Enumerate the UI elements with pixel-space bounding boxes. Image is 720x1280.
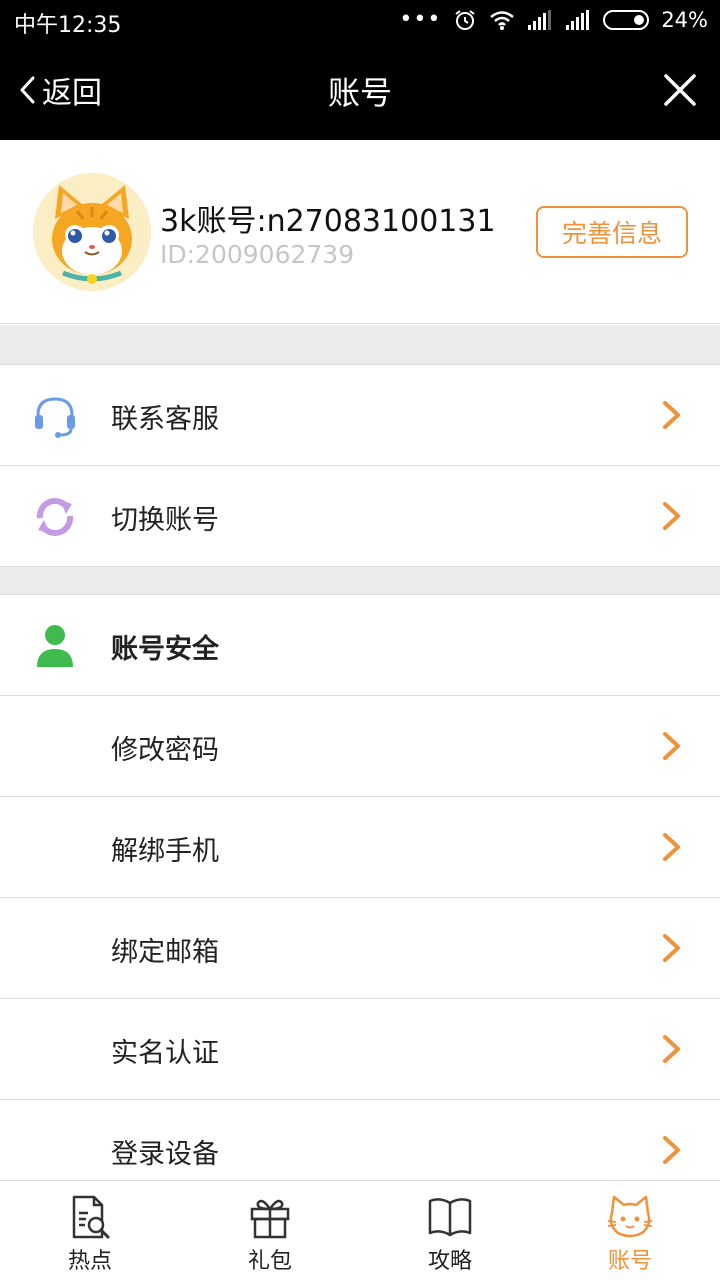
status-time: 中午12:35 [14,13,122,38]
menu-item-unbind-phone[interactable]: 解绑手机 [0,797,720,898]
account-name: 3k账号:n27083100131 [160,204,496,239]
battery-icon [603,10,650,30]
signal-icon [566,10,590,30]
tab-gift[interactable]: 礼包 [180,1181,360,1280]
battery-percent: 24% [661,8,708,32]
menu-label: 绑定邮箱 [111,937,219,968]
switch-arrows-icon [36,498,74,536]
headset-icon [35,397,75,438]
section-header-security: 账号安全 [0,595,720,696]
section-title: 账号安全 [111,634,219,665]
menu-label: 切换账号 [111,505,219,536]
user-id: ID:2009062739 [160,240,355,269]
menu-label: 联系客服 [111,404,219,435]
user-icon [37,625,73,667]
signal-icon [528,10,552,30]
menu-item-contact-service[interactable]: 联系客服 [0,365,720,466]
chevron-right-icon [663,1035,680,1063]
avatar[interactable] [33,173,151,291]
chevron-right-icon [663,1136,680,1164]
title-bar: 返回 账号 [0,40,720,140]
status-bar: 中午12:35 ••• 24% [0,0,720,40]
profile-card: 3k账号:n27083100131 ID:2009062739 完善信息 [0,140,720,324]
back-label: 返回 [42,76,102,111]
cat-avatar-icon [33,173,151,291]
complete-info-button[interactable]: 完善信息 [536,206,688,258]
chevron-left-icon [20,76,35,104]
book-icon [428,1198,472,1237]
chevron-right-icon [663,502,680,530]
back-button[interactable]: 返回 [18,68,102,112]
menu-label: 实名认证 [111,1038,219,1069]
chevron-right-icon [663,934,680,962]
tab-guide[interactable]: 攻略 [360,1181,540,1280]
chevron-right-icon [663,732,680,760]
menu-label: 修改密码 [111,735,219,766]
menu-item-change-password[interactable]: 修改密码 [0,696,720,797]
tab-label: 攻略 [427,1249,472,1274]
chevron-right-icon [663,833,680,861]
tab-label: 热点 [67,1249,112,1274]
cat-icon [607,1195,653,1238]
menu-item-bind-email[interactable]: 绑定邮箱 [0,898,720,999]
menu-item-switch-account[interactable]: 切换账号 [0,466,720,567]
status-icons: ••• 24% [399,6,708,34]
tab-label: 礼包 [247,1249,292,1274]
menu-label: 登录设备 [111,1139,219,1170]
more-dots: ••• [399,7,442,32]
close-icon[interactable] [662,72,698,108]
menu-label: 解绑手机 [111,836,219,867]
alarm-icon [455,10,475,30]
wifi-icon [490,11,515,30]
document-search-icon [72,1195,110,1239]
section-divider [0,325,720,365]
chevron-right-icon [663,401,680,429]
section-divider [0,567,720,595]
page-title: 账号 [327,74,392,112]
gift-icon [250,1199,290,1239]
bottom-tab-bar: 热点 礼包 攻略 账号 [0,1180,720,1280]
tab-account[interactable]: 账号 [540,1181,720,1280]
tab-hot[interactable]: 热点 [0,1181,180,1280]
menu-item-real-name-verification[interactable]: 实名认证 [0,999,720,1100]
tab-label: 账号 [607,1249,652,1274]
